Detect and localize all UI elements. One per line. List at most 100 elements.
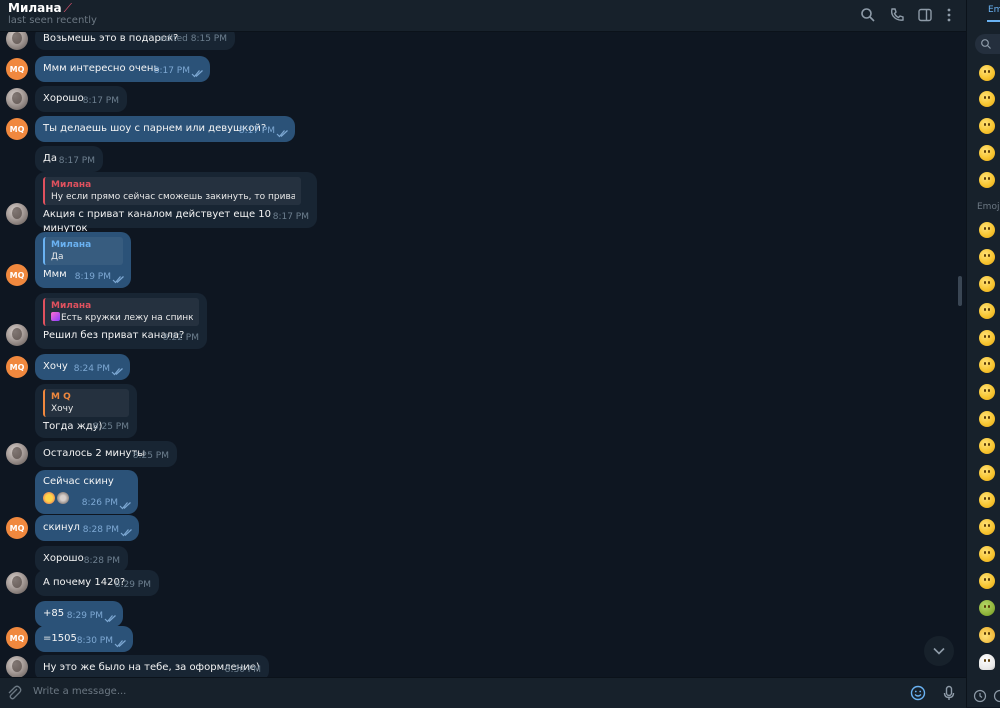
chat-title[interactable]: Милана⟋ [8,1,72,16]
emoji-nerd-icon[interactable] [979,438,995,454]
emoji-smirk-icon[interactable] [979,65,995,81]
message-bubble[interactable]: Хорошо 8:28 PM [35,546,128,572]
smiley-category-icon[interactable] [993,688,1000,702]
emoji-cold-sweat-icon[interactable] [979,465,995,481]
emoji-search-input[interactable] [975,34,1000,54]
chat-status: last seen recently [8,15,97,26]
message-bubble[interactable]: Возьмешь это в подарок? edited 8:15 PM [35,32,235,50]
emoji-confused-icon[interactable] [979,384,995,400]
emoji-shush-icon[interactable] [979,492,995,508]
reply-thumbnail-icon [51,312,60,321]
contact-avatar[interactable] [6,572,28,594]
message-bubble[interactable]: =1505 8:30 PM [35,626,133,652]
message-time: 8:26 PM [82,496,118,510]
microphone-icon[interactable] [940,684,958,702]
more-icon[interactable] [940,6,958,24]
emoji-joy-icon[interactable] [979,249,995,265]
message-list[interactable]: Возьмешь это в подарок? edited 8:15 PM M… [0,32,966,677]
emoji-section-label: Emoji [977,202,1000,212]
read-checkmarks-icon [104,614,117,623]
tab-underline [987,20,1000,22]
emoji-cowboy-icon[interactable] [979,627,995,643]
message-bubble[interactable]: Хорошо 8:17 PM [35,86,127,112]
reply-quote[interactable]: Милана Есть кружки лежу на спинке... [43,298,199,326]
message-bubble[interactable]: Милана Есть кружки лежу на спинке... Реш… [35,293,207,349]
paperclip-icon[interactable] [5,684,23,702]
message-bubble[interactable]: Милана Да Ммм 8:19 PM [35,232,131,288]
message-text: =1505 [43,632,77,646]
my-avatar[interactable]: MQ [6,517,28,539]
read-checkmarks-icon [191,69,204,78]
reply-author: Милана [51,179,295,191]
contact-avatar[interactable] [6,656,28,677]
emoji-relieved-icon[interactable] [979,172,995,188]
message-scrollbar[interactable] [958,276,962,306]
my-avatar[interactable]: MQ [6,58,28,80]
message-time: 8:28 PM [84,554,120,568]
emoji-tongue-icon[interactable] [979,145,995,161]
contact-avatar[interactable] [6,88,28,110]
reply-author: Милана [51,300,193,312]
read-checkmarks-icon [120,528,133,537]
emoji-grin-icon[interactable] [979,222,995,238]
message-bubble[interactable]: Ммм интересно очень 8:17 PM [35,56,210,82]
message-bubble[interactable]: Сейчас скину 8:26 PM [35,470,138,514]
chat-header[interactable]: Милана⟋ last seen recently [0,0,966,32]
read-checkmarks-icon [276,129,289,138]
emoji-smile-icon[interactable] [979,91,995,107]
message-bubble[interactable]: Хочу 8:24 PM [35,354,130,380]
message-time: 8:30 PM [77,634,113,648]
emoji-raised-eyebrow-icon[interactable] [979,330,995,346]
message-bubble[interactable]: +85 8:29 PM [35,601,123,627]
message-time: 8:24 PM [74,362,110,376]
tab-emoji[interactable]: Emoji [988,5,1000,15]
contact-avatar[interactable] [6,324,28,346]
message-time: 8:25 PM [93,420,129,434]
message-time: 8:29 PM [67,609,103,623]
search-icon[interactable] [859,6,877,24]
message-input[interactable]: Write a message... [33,686,126,697]
message-bubble[interactable]: Ты делаешь шоу с парнем или девушкой? 8:… [35,116,295,142]
message-bubble[interactable]: M Q Хочу Тогда жду) 8:25 PM [35,384,137,438]
emoji-nauseated-icon[interactable] [979,600,995,616]
message-bubble[interactable]: Осталось 2 минуты 8:25 PM [35,441,177,467]
emoji-frown-icon[interactable] [979,546,995,562]
message-bubble[interactable]: Ну это же было на тебе, за оформление) 8… [35,655,269,677]
emoji-icon[interactable] [909,684,927,702]
emoji-expressionless-icon[interactable] [979,357,995,373]
contact-avatar[interactable] [6,32,28,50]
emoji-unamused-icon[interactable] [979,118,995,134]
my-avatar[interactable]: MQ [6,264,28,286]
emoji-kissing-icon[interactable] [979,303,995,319]
message-text: Ты делаешь шоу с парнем или девушкой? [43,122,266,136]
read-checkmarks-icon [114,639,127,648]
message-bubble[interactable]: скинул 8:28 PM [35,515,139,541]
message-time: 8:17 PM [59,154,95,168]
clock-icon[interactable] [973,688,987,702]
kiss-emoji-icon [43,492,55,504]
emoji-panel[interactable]: Emoji Emoji [966,0,1000,707]
message-composer[interactable]: Write a message... [0,677,966,708]
contact-avatar[interactable] [6,203,28,225]
my-avatar[interactable]: MQ [6,627,28,649]
message-time: 8:17 PM [273,210,309,224]
message-bubble[interactable]: Милана Ну если прямо сейчас сможешь заки… [35,172,317,228]
my-avatar[interactable]: MQ [6,356,28,378]
emoji-neutral-icon[interactable] [979,519,995,535]
emoji-ghost-icon[interactable] [979,654,995,670]
reply-quote[interactable]: Милана Да [43,237,123,265]
reply-text: Хочу [51,403,123,415]
emoji-upside-down-icon[interactable] [979,276,995,292]
reply-quote[interactable]: Милана Ну если прямо сейчас сможешь заки… [43,177,301,205]
reply-quote[interactable]: M Q Хочу [43,389,129,417]
message-bubble[interactable]: А почему 1420? 8:29 PM [35,570,159,596]
scroll-to-bottom-button[interactable] [924,636,954,666]
emoji-pensive-icon[interactable] [979,573,995,589]
phone-icon[interactable] [888,6,906,24]
contact-avatar[interactable] [6,443,28,465]
sidebar-icon[interactable] [916,6,934,24]
message-text: Возьмешь это в подарок? [43,32,178,46]
message-bubble[interactable]: Да 8:17 PM [35,146,103,172]
emoji-pleading-icon[interactable] [979,411,995,427]
my-avatar[interactable]: MQ [6,118,28,140]
